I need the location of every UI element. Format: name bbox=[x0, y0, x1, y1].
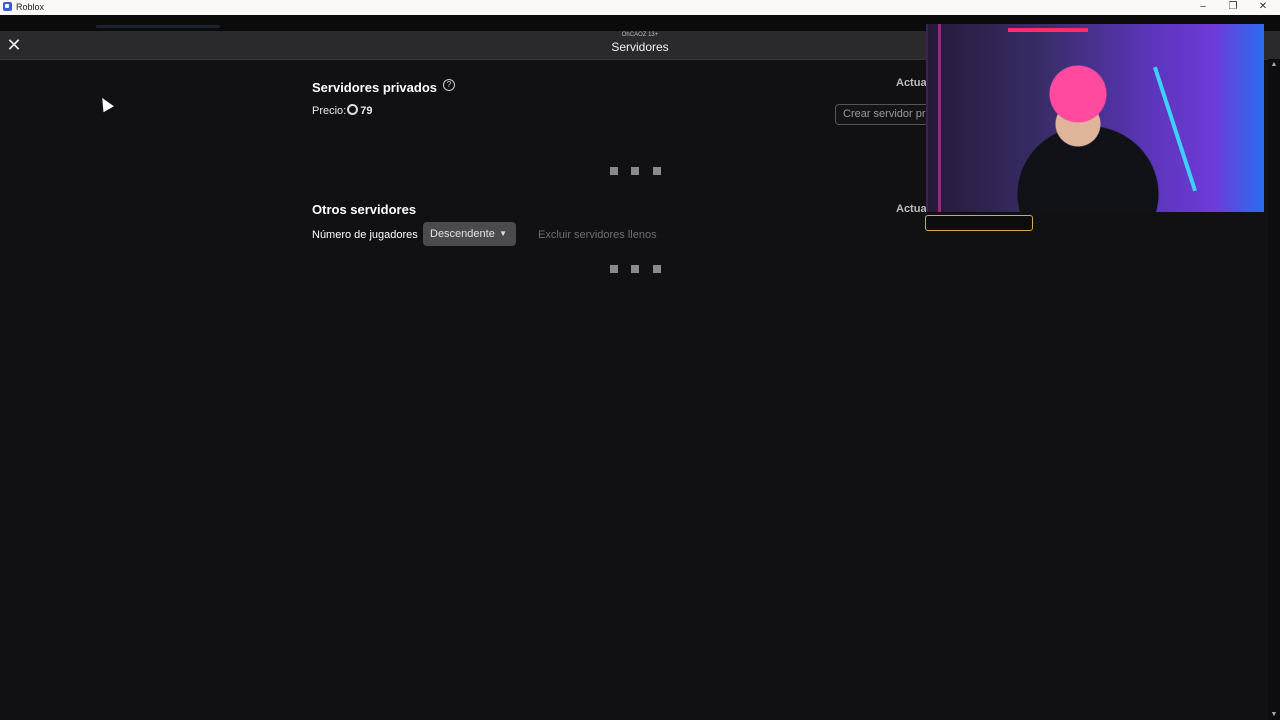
window-close-button[interactable]: ✕ bbox=[1248, 0, 1278, 15]
price-amount: 79 bbox=[360, 105, 373, 117]
help-circle-icon[interactable]: ? bbox=[443, 79, 455, 91]
loading-dot bbox=[610, 265, 618, 273]
chevron-down-icon: ▼ bbox=[499, 229, 507, 238]
loading-dot bbox=[610, 167, 618, 175]
price-label: Precio: bbox=[312, 105, 347, 117]
price-line: Precio: 79 bbox=[312, 104, 373, 117]
mouse-cursor-icon bbox=[97, 95, 114, 113]
neon-light bbox=[1153, 66, 1197, 192]
other-servers-title: Otros servidores bbox=[312, 202, 417, 217]
scrollbar[interactable]: ▲ ▼ bbox=[1268, 59, 1280, 720]
neon-light bbox=[938, 24, 941, 212]
loading-dot bbox=[631, 265, 639, 273]
sort-selected-value: Descendente bbox=[430, 228, 495, 240]
neon-light bbox=[1008, 28, 1088, 32]
scroll-down-icon[interactable]: ▼ bbox=[1268, 711, 1280, 718]
strip-highlight bbox=[96, 25, 220, 28]
loading-dot bbox=[653, 265, 661, 273]
window-title: Roblox bbox=[16, 2, 45, 12]
webcam-overlay bbox=[926, 24, 1264, 212]
create-private-server-button[interactable]: Crear servidor pri bbox=[835, 104, 935, 125]
private-servers-title: Servidores privados bbox=[312, 80, 437, 95]
loading-dot bbox=[653, 167, 661, 175]
loading-dot bbox=[631, 167, 639, 175]
minimize-button[interactable]: – bbox=[1188, 0, 1218, 15]
sort-label: Número de jugadores bbox=[312, 229, 418, 241]
exclude-full-servers-toggle[interactable]: Excluir servidores llenos bbox=[538, 229, 657, 241]
restore-button[interactable]: ❐ bbox=[1218, 0, 1248, 15]
scroll-up-icon[interactable]: ▲ bbox=[1268, 61, 1280, 68]
overlay-bar bbox=[925, 215, 1033, 231]
private-refresh-button[interactable]: Actual bbox=[896, 77, 930, 89]
sort-order-select[interactable]: Descendente ▼ bbox=[423, 222, 516, 246]
roblox-logo-icon bbox=[3, 2, 12, 11]
robux-icon bbox=[347, 104, 359, 115]
other-refresh-button[interactable]: Actual bbox=[896, 203, 930, 215]
window-titlebar: Roblox – ❐ ✕ bbox=[0, 0, 1280, 15]
